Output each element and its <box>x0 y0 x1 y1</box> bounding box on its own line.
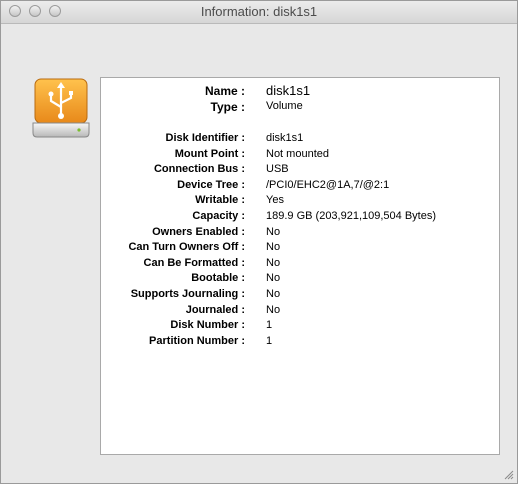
detail-value: No <box>266 226 281 238</box>
detail-value: 189.9 GB (203,921,109,504 Bytes) <box>266 210 437 222</box>
detail-value: Not mounted <box>266 148 329 160</box>
detail-label: Bootable : <box>191 272 245 284</box>
detail-label: Capacity : <box>192 210 245 222</box>
title-bar[interactable]: Information: disk1s1 <box>1 1 517 24</box>
detail-value: No <box>266 257 281 269</box>
resize-grip-icon[interactable] <box>502 468 514 480</box>
detail-label: Partition Number : <box>149 335 245 347</box>
detail-label: Writable : <box>195 194 245 206</box>
detail-value: No <box>266 288 281 300</box>
detail-label: Connection Bus : <box>153 163 245 175</box>
detail-label: Supports Journaling : <box>130 288 245 300</box>
detail-label: Device Tree : <box>177 179 245 191</box>
header-label: Name : <box>204 84 245 98</box>
information-window: Information: disk1s1 Name : disk1s1 Type :… <box>0 0 518 484</box>
detail-value: disk1s1 <box>266 132 304 144</box>
detail-value: No <box>266 304 281 316</box>
detail-label: Disk Number : <box>170 319 245 331</box>
window-title: Information: disk1s1 <box>200 4 318 19</box>
detail-label: Disk Identifier : <box>165 132 245 144</box>
usb-drive-icon <box>32 78 90 138</box>
detail-value: Yes <box>266 194 284 206</box>
detail-value: USB <box>266 163 289 175</box>
header-value: Volume <box>266 100 303 112</box>
detail-label: Can Turn Owners Off : <box>128 241 245 253</box>
detail-value: No <box>266 272 281 284</box>
detail-label: Mount Point : <box>174 148 245 160</box>
header-value: disk1s1 <box>266 83 311 98</box>
header-label: Type : <box>210 100 245 114</box>
detail-label: Can Be Formatted : <box>143 257 245 269</box>
info-panel: Name : disk1s1 Type : Volume Disk Identifier… <box>100 77 500 455</box>
detail-value: 1 <box>266 335 273 347</box>
detail-value: No <box>266 241 281 253</box>
detail-label: Journaled : <box>185 304 245 316</box>
detail-value: /PCI0/EHC2@1A,7/@2:1 <box>266 179 390 191</box>
detail-label: Owners Enabled : <box>152 226 245 238</box>
detail-value: 1 <box>266 319 273 331</box>
